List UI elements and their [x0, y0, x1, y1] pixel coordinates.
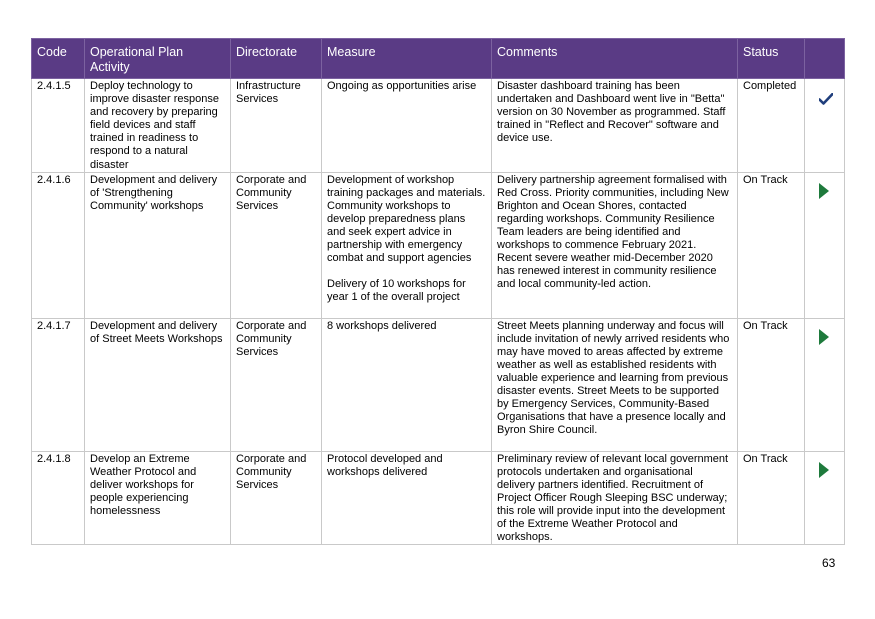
cell-status-icon [804, 171, 845, 319]
table-row: 2.4.1.8 Develop an Extreme Weather Proto… [31, 450, 845, 546]
cell-activity: Deploy technology to improve disaster re… [84, 78, 231, 173]
cell-measure: Protocol developed and workshops deliver… [321, 450, 492, 546]
cell-code: 2.4.1.8 [31, 450, 85, 546]
cell-activity: Development and delivery of Street Meets… [84, 317, 231, 452]
cell-comments: Street Meets planning underway and focus… [491, 317, 738, 452]
cell-directorate: Corporate and Community Services [230, 171, 322, 319]
table-header-row: Code Operational Plan Activity Directora… [31, 38, 845, 79]
header-comments: Comments [491, 38, 738, 79]
measure-text: 8 workshops delivered [327, 319, 437, 332]
header-activity: Operational Plan Activity [84, 38, 231, 79]
cell-status-icon [804, 317, 845, 452]
cell-comments: Delivery partnership agreement formalise… [491, 171, 738, 319]
cell-status: On Track [737, 171, 805, 319]
cell-status: Completed [737, 78, 805, 173]
header-code: Code [31, 38, 85, 79]
cell-status-icon [804, 450, 845, 546]
arrow-right-icon [819, 182, 829, 199]
arrow-right-icon [819, 461, 829, 478]
header-directorate: Directorate [230, 38, 322, 79]
cell-code: 2.4.1.7 [31, 317, 85, 452]
header-status-icon [804, 38, 845, 79]
table-row: 2.4.1.7 Development and delivery of Stre… [31, 317, 845, 452]
cell-measure: Development of workshop training package… [321, 171, 492, 319]
cell-code: 2.4.1.6 [31, 171, 85, 319]
cell-status: On Track [737, 450, 805, 546]
measure-extra-text: Delivery of 10 workshops for year 1 of t… [327, 278, 466, 304]
measure-text: Ongoing as opportunities arise [327, 80, 477, 92]
operational-plan-table: Code Operational Plan Activity Directora… [31, 38, 845, 546]
cell-measure: 8 workshops delivered [321, 317, 492, 452]
cell-comments: Preliminary review of relevant local gov… [491, 450, 738, 546]
page-number: 63 [822, 556, 836, 570]
table-row: 2.4.1.6 Development and delivery of 'Str… [31, 171, 845, 319]
measure-text: Development of workshop training package… [327, 173, 486, 265]
cell-directorate: Infrastructure Services [230, 78, 322, 173]
check-icon [819, 93, 833, 105]
cell-code: 2.4.1.5 [31, 78, 85, 173]
measure-text: Protocol developed and workshops deliver… [327, 452, 443, 478]
cell-activity: Development and delivery of 'Strengtheni… [84, 171, 231, 319]
cell-activity: Develop an Extreme Weather Protocol and … [84, 450, 231, 546]
cell-comments: Disaster dashboard training has been und… [491, 78, 738, 173]
cell-status-icon [804, 78, 845, 173]
header-status: Status [737, 38, 805, 79]
cell-directorate: Corporate and Community Services [230, 450, 322, 546]
table-row: 2.4.1.5 Deploy technology to improve dis… [31, 78, 845, 173]
cell-status: On Track [737, 317, 805, 452]
cell-measure: Ongoing as opportunities arise [321, 78, 492, 173]
header-measure: Measure [321, 38, 492, 79]
arrow-right-icon [819, 328, 829, 345]
cell-directorate: Corporate and Community Services [230, 317, 322, 452]
